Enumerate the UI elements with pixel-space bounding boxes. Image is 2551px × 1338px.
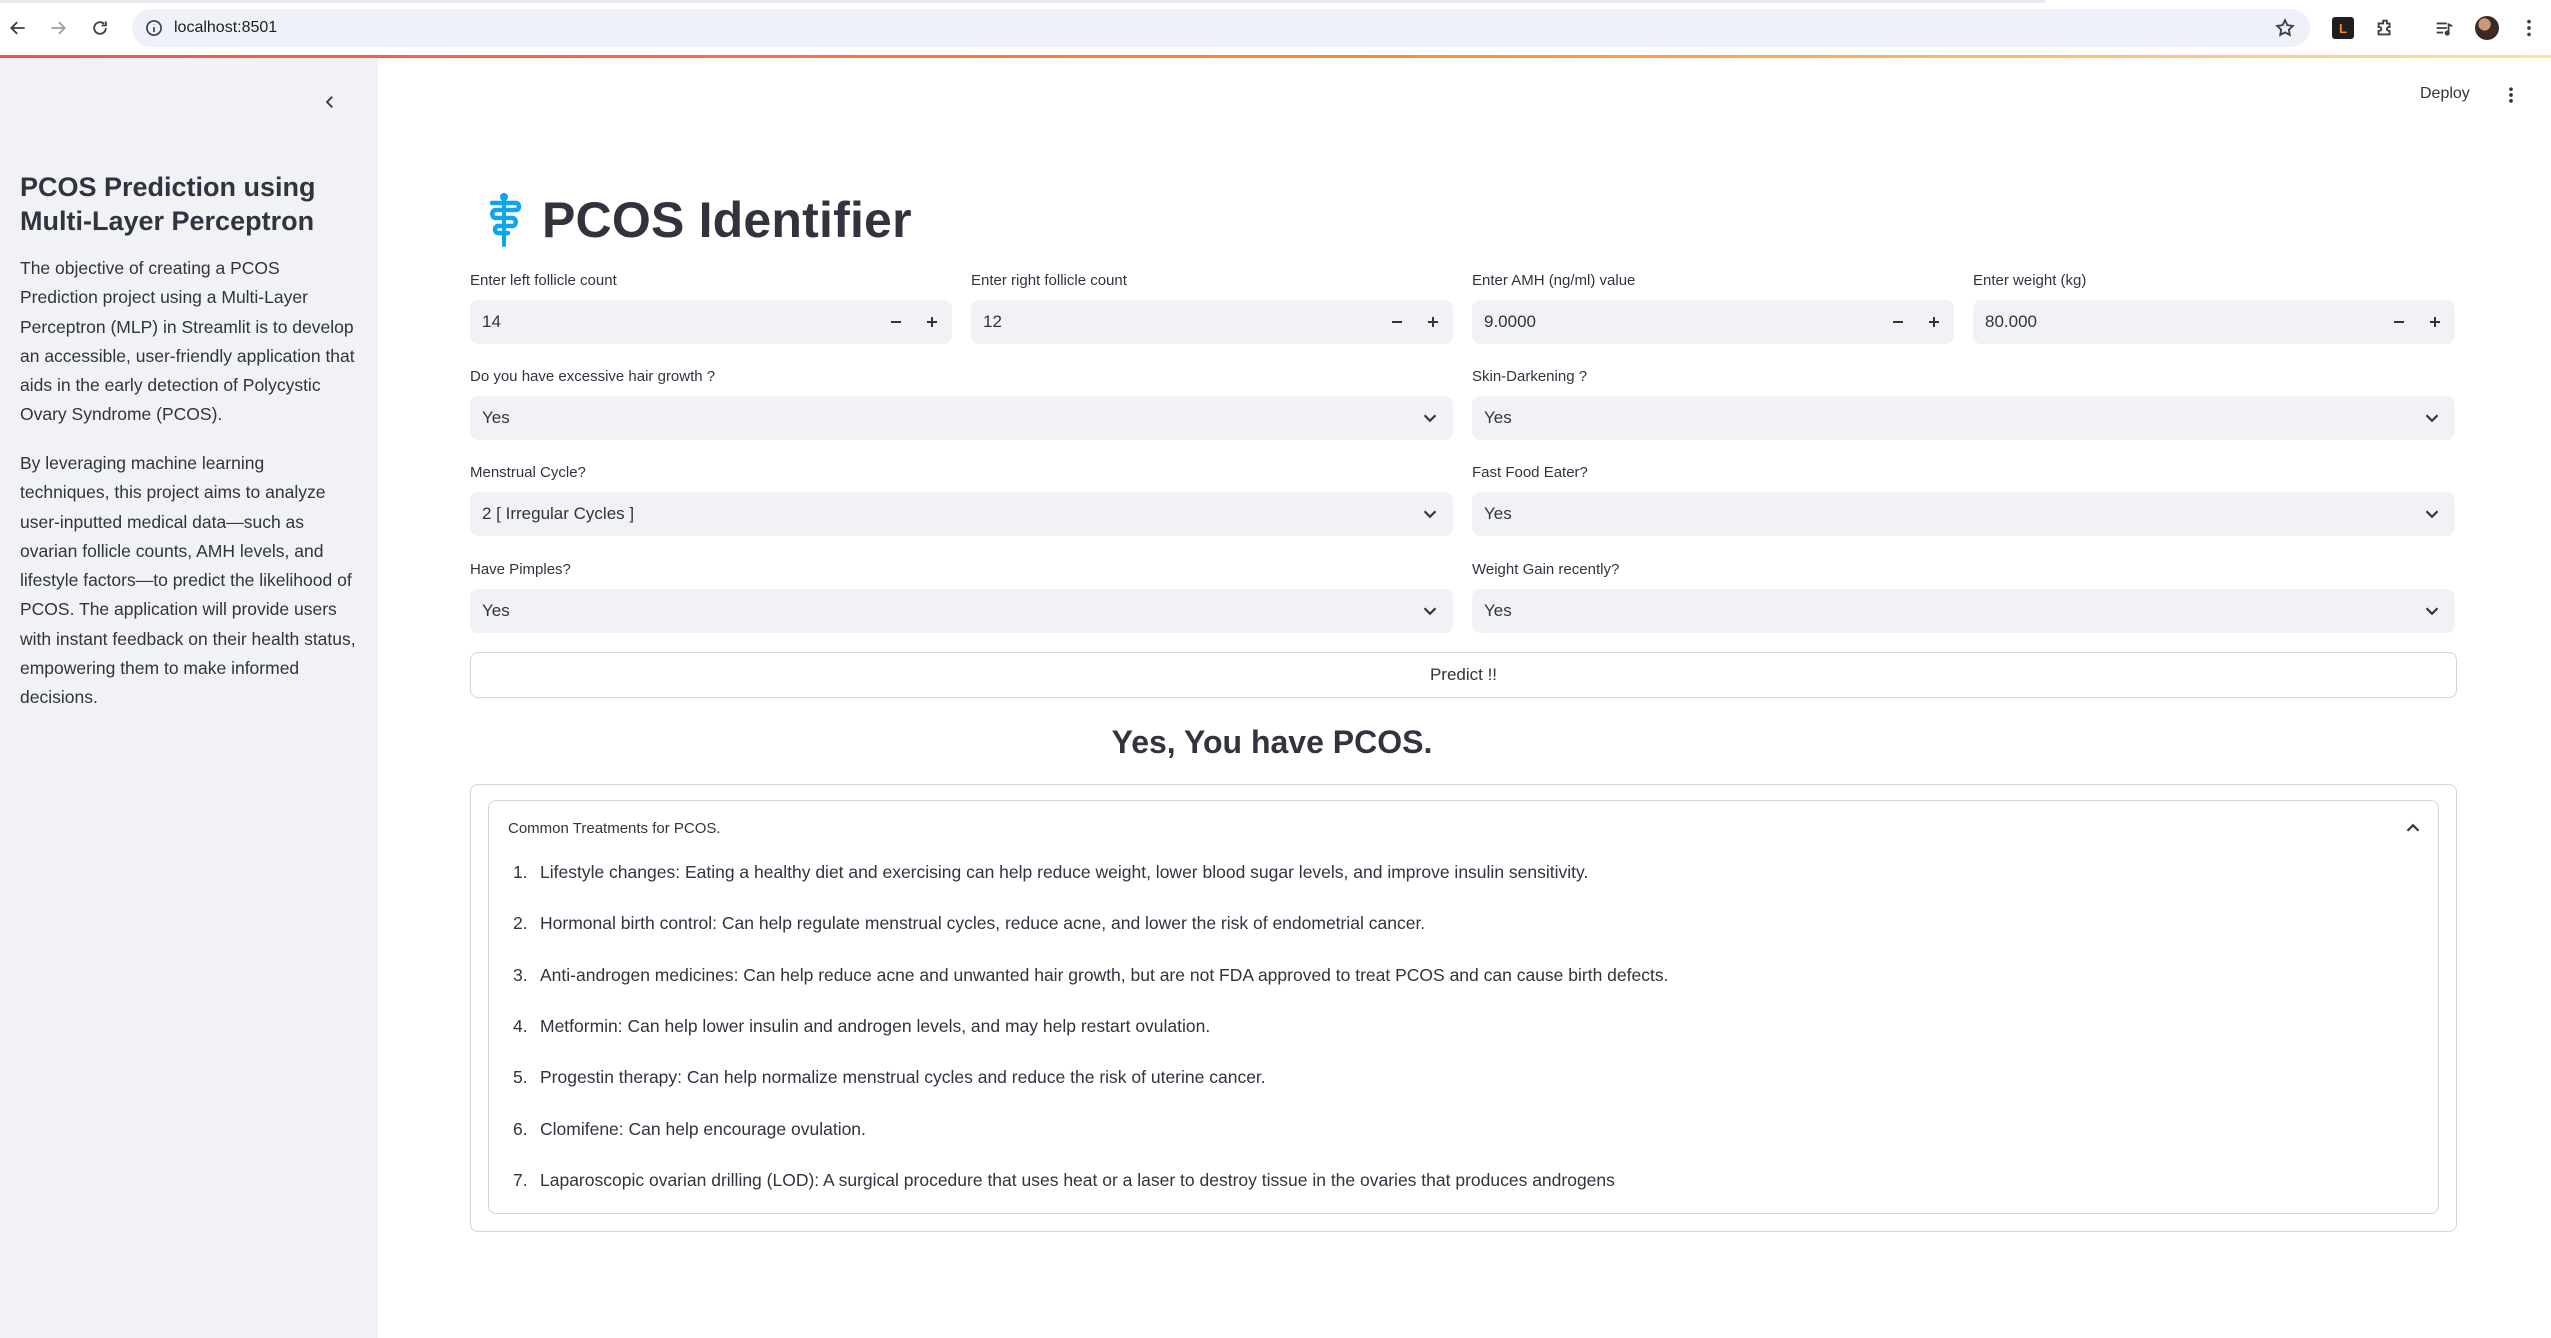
weight-gain-value[interactable]: Yes bbox=[1484, 601, 1512, 621]
list-item-number: 3. bbox=[513, 964, 528, 985]
sidebar-title: PCOS Prediction using Multi-Layer Percep… bbox=[20, 172, 316, 236]
chevron-down-icon[interactable] bbox=[1419, 600, 1441, 622]
sidebar-paragraph-2: By leveraging machine learning technique… bbox=[20, 453, 356, 708]
list-item-number: 6. bbox=[513, 1118, 528, 1139]
predict-button[interactable]: Predict !! bbox=[470, 652, 2457, 698]
left-follicle-input[interactable]: 14 bbox=[470, 300, 952, 344]
amh-value[interactable]: 9.0000 bbox=[1484, 312, 1536, 332]
app-accent-line bbox=[0, 55, 2551, 58]
weight-input[interactable]: 80.000 bbox=[1973, 300, 2455, 344]
expander-header[interactable]: Common Treatments for PCOS. bbox=[508, 820, 721, 837]
list-item: 4. Metformin: Can help lower insulin and … bbox=[509, 1001, 1668, 1052]
page-title: PCOS Identifier bbox=[542, 192, 912, 248]
weight-label: Enter weight (kg) bbox=[1973, 272, 2087, 289]
plus-icon[interactable] bbox=[2423, 310, 2447, 334]
chevron-down-icon[interactable] bbox=[2421, 503, 2443, 525]
forward-icon[interactable] bbox=[44, 14, 72, 42]
address-bar[interactable]: localhost:8501 bbox=[132, 9, 2310, 47]
list-item-text: Anti-androgen medicines: Can help reduce… bbox=[540, 964, 1669, 985]
collapse-sidebar-icon[interactable] bbox=[316, 88, 344, 116]
deploy-button[interactable]: Deploy bbox=[2420, 85, 2470, 103]
amh-input[interactable]: 9.0000 bbox=[1472, 300, 1954, 344]
list-item-text: Hormonal birth control: Can help regulat… bbox=[540, 913, 1426, 934]
amh-label: Enter AMH (ng/ml) value bbox=[1472, 272, 1636, 289]
skin-darkening-label: Skin-Darkening ? bbox=[1472, 368, 1588, 385]
url-text[interactable]: localhost:8501 bbox=[174, 19, 277, 37]
list-item: 2. Hormonal birth control: Can help regul… bbox=[509, 898, 1668, 949]
browser-toolbar: localhost:8501 L bbox=[0, 0, 2551, 56]
list-item-text: Lifestyle changes: Eating a healthy diet… bbox=[540, 862, 1589, 883]
chevron-down-icon[interactable] bbox=[1419, 407, 1441, 429]
prediction-result: Yes, You have PCOS. bbox=[1111, 724, 1433, 760]
right-follicle-input[interactable]: 12 bbox=[971, 300, 1453, 344]
reload-icon[interactable] bbox=[86, 14, 114, 42]
list-item: 5. Progestin therapy: Can help normalize … bbox=[509, 1052, 1668, 1103]
left-follicle-label: Enter left follicle count bbox=[470, 272, 617, 289]
fast-food-label: Fast Food Eater? bbox=[1472, 464, 1588, 481]
right-follicle-value[interactable]: 12 bbox=[983, 312, 1002, 332]
fast-food-select[interactable]: Yes bbox=[1472, 492, 2455, 536]
list-item-number: 7. bbox=[513, 1169, 528, 1190]
minus-icon[interactable] bbox=[2387, 310, 2411, 334]
list-item-text: Clomifene: Can help encourage ovulation. bbox=[540, 1118, 866, 1139]
list-item-number: 2. bbox=[513, 913, 528, 934]
weight-gain-select[interactable]: Yes bbox=[1472, 589, 2455, 633]
chevron-up-icon[interactable] bbox=[2402, 817, 2424, 839]
list-item-text: Metformin: Can help lower insulin and an… bbox=[540, 1016, 1211, 1037]
pimples-value[interactable]: Yes bbox=[482, 601, 510, 621]
list-item: 6. Clomifene: Can help encourage ovulatio… bbox=[509, 1103, 1668, 1154]
sidebar: PCOS Prediction using Multi-Layer Percep… bbox=[0, 58, 378, 1338]
back-icon[interactable] bbox=[4, 14, 32, 42]
chevron-down-icon[interactable] bbox=[1419, 503, 1441, 525]
treatments-list: 1. Lifestyle changes: Eating a healthy di… bbox=[509, 847, 1668, 1206]
chevron-down-icon[interactable] bbox=[2421, 407, 2443, 429]
hair-growth-value[interactable]: Yes bbox=[482, 408, 510, 428]
treatments-expander: Common Treatments for PCOS. 1. Lifestyle … bbox=[488, 800, 2439, 1214]
list-item: 1. Lifestyle changes: Eating a healthy di… bbox=[509, 847, 1668, 898]
list-item-text: Laparoscopic ovarian drilling (LOD): A s… bbox=[540, 1169, 1615, 1190]
minus-icon[interactable] bbox=[884, 310, 908, 334]
profile-avatar[interactable] bbox=[2475, 16, 2499, 40]
list-item-number: 1. bbox=[513, 862, 528, 883]
chevron-down-icon[interactable] bbox=[2421, 600, 2443, 622]
right-follicle-label: Enter right follicle count bbox=[971, 272, 1127, 289]
pimples-select[interactable]: Yes bbox=[470, 589, 1453, 633]
skin-darkening-select[interactable]: Yes bbox=[1472, 396, 2455, 440]
plus-icon[interactable] bbox=[1421, 310, 1445, 334]
menstrual-cycle-label: Menstrual Cycle? bbox=[470, 464, 586, 481]
list-item: 3. Anti-androgen medicines: Can help redu… bbox=[509, 950, 1668, 1001]
fast-food-value[interactable]: Yes bbox=[1484, 504, 1512, 524]
list-item: 7. Laparoscopic ovarian drilling (LOD): A… bbox=[509, 1155, 1668, 1206]
extensions-puzzle-icon[interactable] bbox=[2373, 16, 2397, 40]
caduceus-icon bbox=[489, 193, 522, 247]
menstrual-cycle-select[interactable]: 2 [ Irregular Cycles ] bbox=[470, 492, 1453, 536]
minus-icon[interactable] bbox=[1385, 310, 1409, 334]
pimples-label: Have Pimples? bbox=[470, 561, 571, 578]
minus-icon[interactable] bbox=[1886, 310, 1910, 334]
list-item-number: 4. bbox=[513, 1016, 528, 1037]
browser-menu-icon[interactable] bbox=[2517, 16, 2541, 40]
media-control-icon[interactable] bbox=[2432, 16, 2456, 40]
left-follicle-value[interactable]: 14 bbox=[482, 312, 501, 332]
list-item-text: Progestin therapy: Can help normalize me… bbox=[540, 1067, 1266, 1088]
hair-growth-select[interactable]: Yes bbox=[470, 396, 1453, 440]
weight-value[interactable]: 80.000 bbox=[1985, 312, 2037, 332]
sidebar-paragraph-1: The objective of creating a PCOS Predict… bbox=[20, 258, 355, 425]
site-info-icon[interactable] bbox=[144, 18, 164, 38]
skin-darkening-value[interactable]: Yes bbox=[1484, 408, 1512, 428]
loading-bar bbox=[0, 0, 2045, 3]
menstrual-cycle-value[interactable]: 2 [ Irregular Cycles ] bbox=[482, 504, 634, 524]
plus-icon[interactable] bbox=[1922, 310, 1946, 334]
extension-l-icon[interactable]: L bbox=[2332, 17, 2354, 39]
list-item-number: 5. bbox=[513, 1067, 528, 1088]
star-icon[interactable] bbox=[2274, 17, 2296, 39]
main-menu-icon[interactable] bbox=[2500, 84, 2522, 106]
page-title-row: PCOS Identifier bbox=[482, 186, 912, 254]
weight-gain-label: Weight Gain recently? bbox=[1472, 561, 1620, 578]
hair-growth-label: Do you have excessive hair growth ? bbox=[470, 368, 716, 385]
plus-icon[interactable] bbox=[920, 310, 944, 334]
